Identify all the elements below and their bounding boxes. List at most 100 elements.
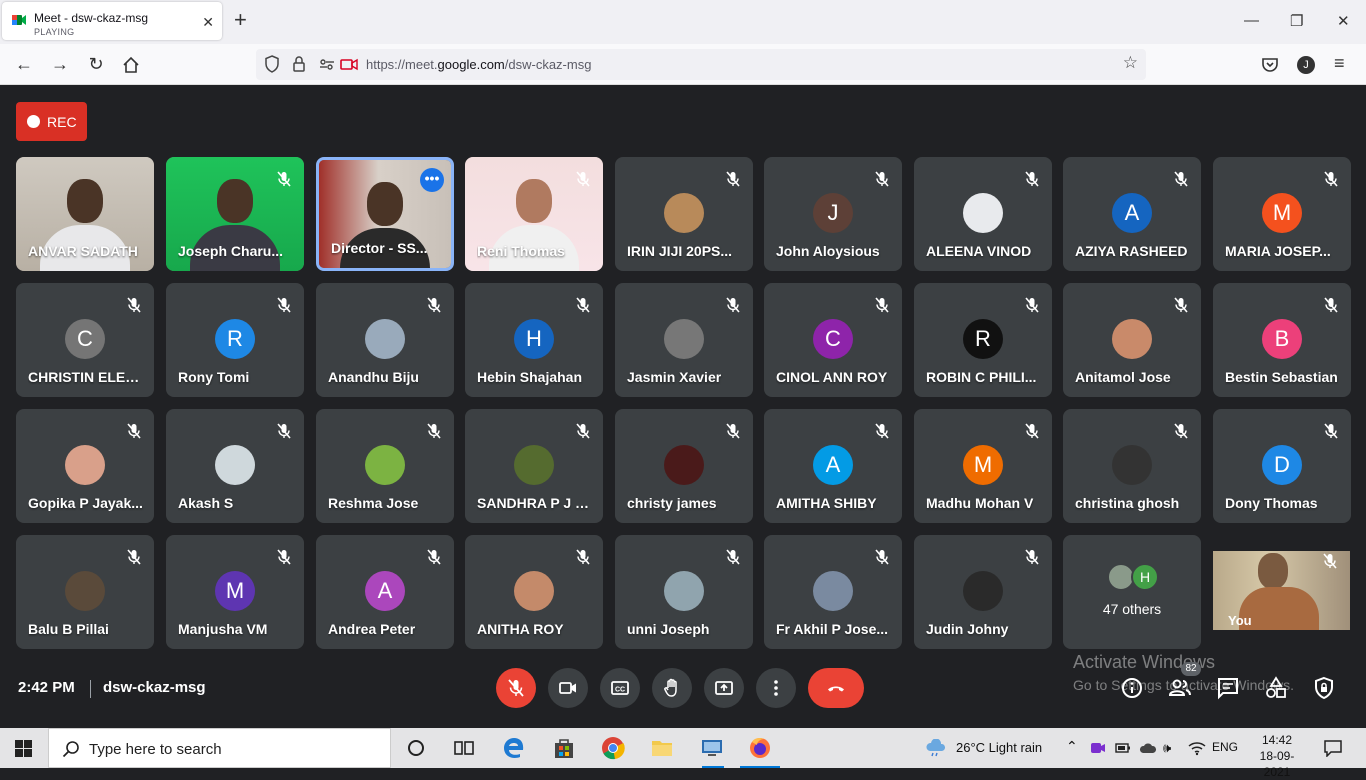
taskbar-search-box[interactable]: Type here to search (48, 728, 391, 768)
taskbar-clock[interactable]: 14:42 18-09-2021 (1250, 732, 1304, 780)
participant-tile[interactable]: Anandhu Biju (316, 283, 454, 397)
weather-rain-icon[interactable] (925, 739, 947, 757)
people-icon[interactable] (1168, 676, 1192, 700)
participant-tile[interactable]: Gopika P Jayak... (16, 409, 154, 523)
host-controls-icon[interactable] (1312, 676, 1336, 700)
hamburger-menu-icon[interactable]: ≡ (1334, 53, 1345, 74)
participant-tile[interactable]: C CHRISTIN ELEZ... (16, 283, 154, 397)
participant-tile[interactable]: IRIN JIJI 20PS... (615, 157, 753, 271)
onedrive-cloud-icon[interactable] (1139, 741, 1157, 755)
participant-tile[interactable]: A Andrea Peter (316, 535, 454, 649)
participant-avatar: B (1262, 319, 1302, 359)
participant-tile[interactable]: Reni Thomas (465, 157, 603, 271)
tab-close-icon[interactable]: ✕ (202, 14, 214, 31)
windows-start-icon[interactable] (15, 740, 32, 757)
participant-tile[interactable]: ANVAR SADATH (16, 157, 154, 271)
participant-tile[interactable]: D Dony Thomas (1213, 409, 1351, 523)
forward-arrow-icon[interactable]: → (49, 53, 71, 75)
minimize-icon[interactable]: — (1244, 12, 1259, 29)
task-view-icon[interactable] (452, 736, 476, 760)
chat-icon[interactable] (1216, 676, 1240, 700)
pocket-icon[interactable] (1261, 56, 1279, 74)
reload-icon[interactable]: ↻ (85, 53, 107, 75)
permissions-icon[interactable] (318, 55, 336, 73)
more-options-icon[interactable]: ••• (420, 168, 444, 192)
file-explorer-icon[interactable] (650, 736, 674, 760)
participant-tile[interactable]: M Manjusha VM (166, 535, 304, 649)
participant-tile[interactable]: christina ghosh (1063, 409, 1201, 523)
participant-tile[interactable]: C CINOL ANN ROY (764, 283, 902, 397)
weather-text[interactable]: 26°C Light rain (956, 740, 1042, 755)
cortana-icon[interactable] (404, 736, 428, 760)
new-tab-icon[interactable]: + (234, 9, 247, 31)
participant-avatar: M (215, 571, 255, 611)
edge-browser-icon[interactable] (502, 736, 526, 760)
participant-tile[interactable]: M MARIA JOSEP... (1213, 157, 1351, 271)
captions-button[interactable]: CC (600, 668, 640, 708)
participant-tile[interactable]: Joseph Charu... (166, 157, 304, 271)
browser-tab-meet[interactable]: Meet - dsw-ckaz-msg PLAYING ✕ (2, 2, 222, 40)
participant-tile[interactable]: Reshma Jose (316, 409, 454, 523)
participant-tile[interactable]: ALEENA VINOD (914, 157, 1052, 271)
raise-hand-icon (664, 678, 677, 697)
window-close-icon[interactable]: ✕ (1337, 12, 1350, 30)
participant-tile[interactable]: christy james (615, 409, 753, 523)
firefox-icon[interactable] (748, 736, 772, 760)
tray-expand-icon[interactable]: ⌃ (1066, 738, 1078, 755)
participant-tile[interactable]: Fr Akhil P Jose... (764, 535, 902, 649)
leave-call-button[interactable] (808, 668, 864, 708)
camera-in-use-icon[interactable] (340, 55, 358, 73)
mic-toggle-button[interactable] (496, 668, 536, 708)
participant-tile[interactable]: M Madhu Mohan V (914, 409, 1052, 523)
meeting-details-icon[interactable] (1120, 676, 1144, 700)
taskbar-date: 18-09-2021 (1259, 749, 1295, 779)
participant-tile[interactable]: H Hebin Shajahan (465, 283, 603, 397)
notifications-icon[interactable] (1323, 739, 1343, 757)
participant-tile[interactable]: ANITHA ROY (465, 535, 603, 649)
chrome-icon[interactable] (601, 736, 625, 760)
present-screen-button[interactable] (704, 668, 744, 708)
language-indicator[interactable]: ENG (1212, 740, 1238, 754)
participant-tile[interactable]: ••• Director - SS... (316, 157, 454, 271)
battery-icon[interactable] (1115, 741, 1131, 755)
wifi-icon[interactable] (1188, 740, 1206, 756)
participant-name: Akash S (178, 495, 234, 511)
home-icon[interactable] (122, 56, 140, 74)
meet-tray-icon[interactable] (1090, 740, 1106, 756)
mic-off-icon (1324, 297, 1338, 313)
participant-tile[interactable]: Judin Johny (914, 535, 1052, 649)
activities-icon[interactable] (1264, 676, 1288, 700)
raise-hand-button[interactable] (652, 668, 692, 708)
participant-name: Gopika P Jayak... (28, 495, 143, 511)
bookmark-star-icon[interactable]: ☆ (1123, 53, 1138, 73)
more-options-button[interactable] (756, 668, 796, 708)
participant-tile[interactable]: unni Joseph (615, 535, 753, 649)
recording-indicator[interactable]: REC (16, 102, 87, 141)
participant-tile[interactable]: B Bestin Sebastian (1213, 283, 1351, 397)
participant-tile[interactable]: Jasmin Xavier (615, 283, 753, 397)
participant-tile[interactable]: A AMITHA SHIBY (764, 409, 902, 523)
others-tile[interactable]: H 47 others (1063, 535, 1201, 649)
participant-tile[interactable]: Anitamol Jose (1063, 283, 1201, 397)
back-arrow-icon[interactable]: ← (13, 53, 35, 75)
participant-tile[interactable]: SANDHRA P J 2... (465, 409, 603, 523)
participant-tile[interactable]: R ROBIN C PHILI... (914, 283, 1052, 397)
participant-tile[interactable]: A AZIYA RASHEED (1063, 157, 1201, 271)
captions-icon: CC (611, 681, 629, 695)
desktop-app-icon[interactable] (700, 736, 724, 760)
participant-tile[interactable]: R Rony Tomi (166, 283, 304, 397)
camera-toggle-button[interactable] (548, 668, 588, 708)
address-bar[interactable]: https://meet.google.com/dsw-ckaz-msg ☆ (256, 49, 1146, 80)
participant-name: ANVAR SADATH (28, 243, 138, 259)
self-video-tile[interactable]: You (1213, 551, 1350, 630)
participant-head (67, 179, 103, 223)
restore-icon[interactable]: ❐ (1290, 12, 1303, 30)
volume-icon[interactable]: 🕪 (1163, 740, 1171, 756)
shield-icon[interactable] (264, 55, 280, 73)
account-avatar-icon[interactable]: J (1297, 56, 1315, 74)
participant-tile[interactable]: J John Aloysious (764, 157, 902, 271)
store-icon[interactable] (552, 736, 576, 760)
participant-tile[interactable]: Balu B Pillai (16, 535, 154, 649)
participant-tile[interactable]: Akash S (166, 409, 304, 523)
lock-icon[interactable] (292, 55, 306, 73)
